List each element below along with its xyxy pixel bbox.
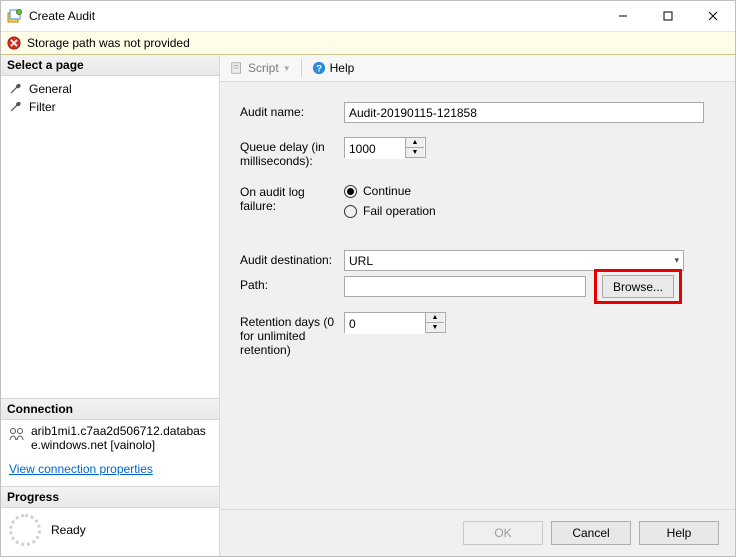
radio-icon (344, 185, 357, 198)
progress-block: Ready (1, 508, 219, 556)
destination-value: URL (349, 254, 373, 268)
spin-up-icon[interactable]: ▲ (406, 138, 424, 148)
maximize-button[interactable] (645, 2, 690, 31)
title-bar: Create Audit (1, 1, 735, 32)
help-button-footer[interactable]: Help (639, 521, 719, 545)
progress-status: Ready (51, 523, 86, 537)
progress-spinner-icon (9, 514, 41, 546)
connection-header: Connection (1, 398, 219, 420)
wrench-icon (9, 100, 23, 114)
view-connection-properties-link[interactable]: View connection properties (1, 460, 219, 486)
radio-label: Fail operation (363, 204, 436, 218)
close-button[interactable] (690, 2, 735, 31)
page-item-label: General (29, 82, 72, 96)
radio-continue[interactable]: Continue (344, 184, 707, 198)
toolbar: Script ▼ ? Help (220, 55, 735, 82)
script-icon (230, 61, 244, 75)
audit-name-label: Audit name: (240, 102, 344, 119)
help-label: Help (330, 61, 355, 75)
radio-label: Continue (363, 184, 411, 198)
path-input[interactable] (344, 276, 586, 297)
window-title: Create Audit (29, 9, 600, 23)
help-icon: ? (312, 61, 326, 75)
wrench-icon (9, 82, 23, 96)
destination-select[interactable]: URL ▾ (344, 250, 684, 271)
chevron-down-icon: ▼ (283, 64, 291, 73)
audit-name-input[interactable] (344, 102, 704, 123)
page-general[interactable]: General (1, 80, 219, 98)
connection-block: arib1mi1.c7aa2d506712.database.windows.n… (1, 420, 219, 460)
connection-text: arib1mi1.c7aa2d506712.database.windows.n… (31, 424, 211, 452)
spin-down-icon[interactable]: ▼ (426, 323, 444, 332)
page-filter[interactable]: Filter (1, 98, 219, 116)
app-icon (7, 8, 23, 24)
spin-up-icon[interactable]: ▲ (426, 313, 444, 323)
ok-button[interactable]: OK (463, 521, 543, 545)
retention-label: Retention days (0 for unlimited retentio… (240, 312, 344, 357)
right-pane: Script ▼ ? Help Audit name: Queue d (220, 55, 735, 556)
dialog-window: Create Audit Storage path was not provid… (0, 0, 736, 557)
path-label: Path: (240, 275, 344, 292)
form-area: Audit name: Queue delay (in milliseconds… (220, 82, 735, 509)
retention-input[interactable] (345, 313, 425, 334)
left-pane: Select a page General Filter Connection (1, 55, 220, 556)
browse-highlight: Browse... (594, 269, 682, 304)
page-item-label: Filter (29, 100, 56, 114)
error-message: Storage path was not provided (27, 36, 190, 50)
error-bar: Storage path was not provided (1, 32, 735, 55)
script-button[interactable]: Script ▼ (226, 59, 295, 77)
spin-down-icon[interactable]: ▼ (406, 148, 424, 157)
radio-icon (344, 205, 357, 218)
progress-header: Progress (1, 486, 219, 508)
page-list: General Filter (1, 76, 219, 120)
on-failure-label: On audit log failure: (240, 182, 344, 213)
browse-button[interactable]: Browse... (602, 275, 674, 298)
toolbar-separator (301, 59, 302, 77)
radio-fail-operation[interactable]: Fail operation (344, 204, 707, 218)
retention-spinner[interactable]: ▲ ▼ (344, 312, 446, 333)
cancel-button[interactable]: Cancel (551, 521, 631, 545)
destination-label: Audit destination: (240, 250, 344, 267)
queue-delay-input[interactable] (345, 138, 405, 159)
svg-text:?: ? (316, 64, 322, 75)
error-icon (7, 36, 21, 50)
help-button[interactable]: ? Help (308, 59, 359, 77)
minimize-button[interactable] (600, 2, 645, 31)
pages-header: Select a page (1, 55, 219, 76)
script-label: Script (248, 61, 279, 75)
server-icon (9, 426, 25, 442)
footer: OK Cancel Help (220, 509, 735, 556)
queue-delay-label: Queue delay (in milliseconds): (240, 137, 344, 168)
chevron-down-icon: ▾ (674, 255, 679, 266)
queue-delay-spinner[interactable]: ▲ ▼ (344, 137, 426, 158)
